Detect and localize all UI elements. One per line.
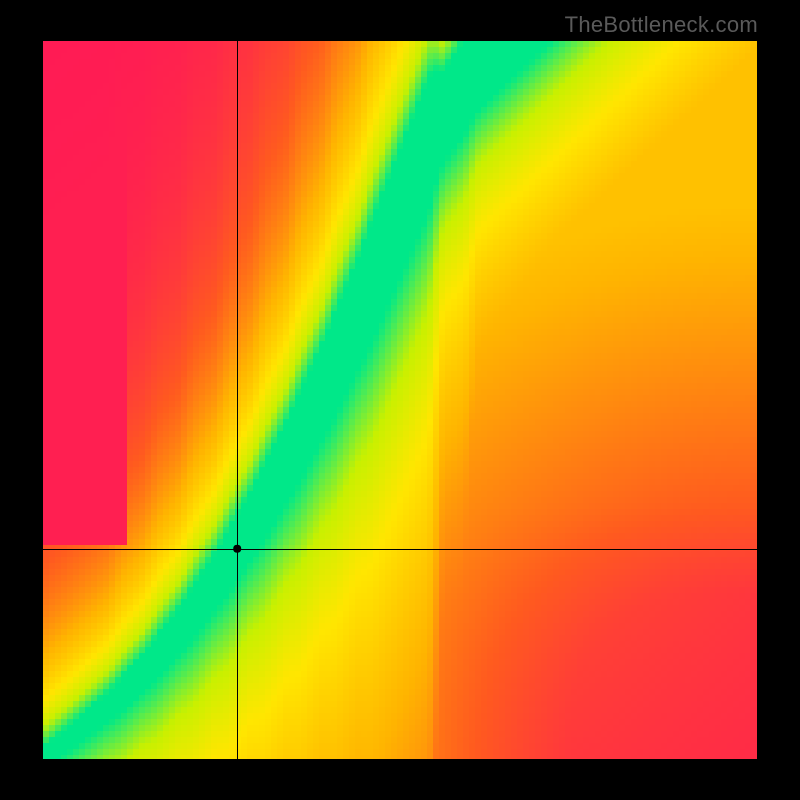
- plot-area: [43, 41, 757, 759]
- watermark-text: TheBottleneck.com: [565, 12, 758, 38]
- chart-frame: TheBottleneck.com: [0, 0, 800, 800]
- heatmap-canvas: [43, 41, 757, 759]
